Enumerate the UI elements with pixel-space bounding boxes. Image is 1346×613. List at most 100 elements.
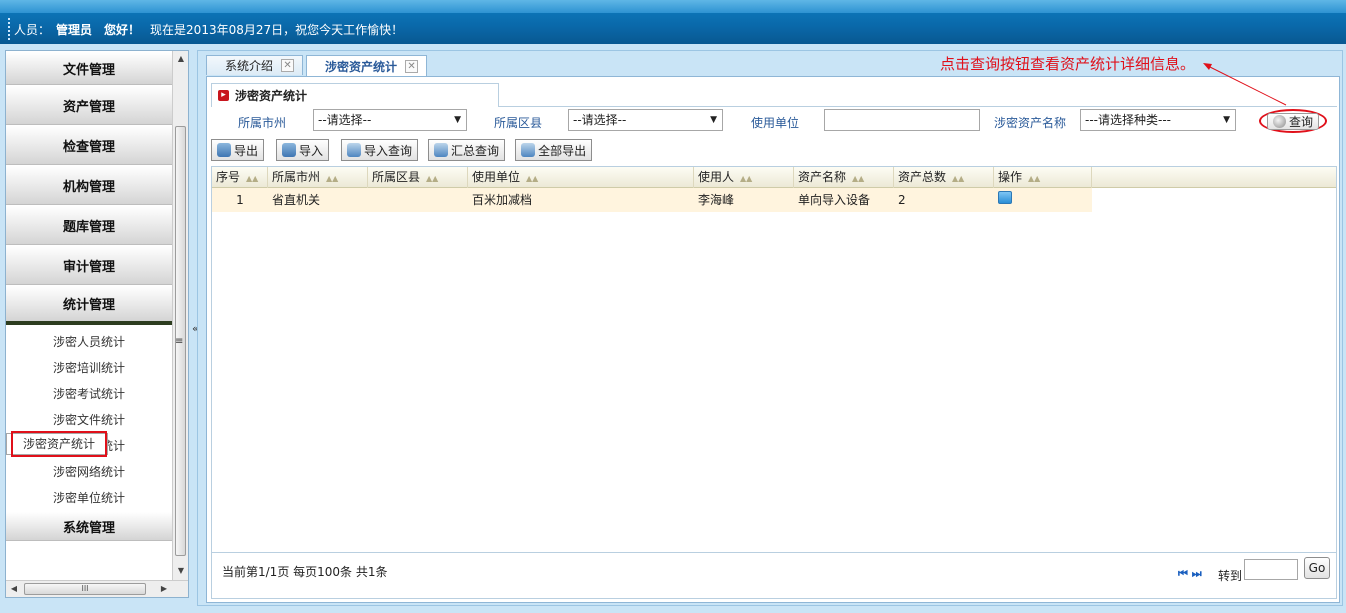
hscroll-thumb[interactable]: III <box>24 583 146 595</box>
column-header-asset-name[interactable]: 资产名称 ▲▲ <box>794 167 894 188</box>
import-query-button-label: 导入查询 <box>364 143 413 158</box>
sort-icon: ▲▲ <box>740 174 753 183</box>
column-header-label: 序号 <box>216 170 241 184</box>
menu-inspection-management[interactable]: 检查管理 <box>6 125 172 165</box>
sidebar-item-label: 涉密单位统计 <box>52 491 125 505</box>
sidebar-horizontal-scrollbar[interactable]: ◀ III ▶ <box>6 580 188 597</box>
column-header-label: 所属市州 <box>272 170 321 184</box>
column-header-user[interactable]: 使用人 ▲▲ <box>694 167 794 188</box>
export-all-button[interactable]: 全部导出 <box>515 139 593 161</box>
query-button-highlight: 查询 <box>1259 109 1327 133</box>
main-panel: 系统介绍 ✕ 涉密资产统计 ✕ 点击查询按钮查看资产统计详细信息。 ▸ 涉密资产… <box>197 50 1343 606</box>
sidebar-item-label: 涉密资产统计 <box>11 431 108 457</box>
county-select-value: --请选择-- <box>573 113 627 127</box>
query-button[interactable]: 查询 <box>1266 112 1319 130</box>
sidebar-item-label: 涉密文件统计 <box>52 413 125 427</box>
asset-type-select[interactable]: ---请选择种类--- ▼ <box>1080 109 1236 131</box>
chevron-down-icon: ▼ <box>710 115 717 125</box>
sidebar-item-network-stats[interactable]: 涉密网络统计 <box>6 459 172 485</box>
import-query-button[interactable]: 导入查询 <box>341 139 419 161</box>
menu-audit-management[interactable]: 审计管理 <box>6 245 172 285</box>
city-label: 所属市州 <box>238 116 287 130</box>
unit-label: 使用单位 <box>751 116 800 130</box>
asset-name-label: 涉密资产名称 <box>994 116 1067 130</box>
go-button[interactable]: Go <box>1304 557 1330 579</box>
results-table: 序号 ▲▲ 所属市州 ▲▲ 所属区县 ▲▲ 使用单位 ▲▲ 使用人 ▲▲ 资产名称 ▲▲ 资… <box>211 166 1337 553</box>
search-icon <box>1272 114 1286 128</box>
import-icon <box>282 143 297 157</box>
scroll-down-icon[interactable]: ▼ <box>173 563 189 579</box>
sidebar-item-label: 涉密网络统计 <box>52 465 125 479</box>
query-button-label: 查询 <box>1288 114 1313 129</box>
panel-title: ▸ 涉密资产统计 <box>211 83 499 107</box>
sidebar-item-personnel-stats[interactable]: 涉密人员统计 <box>6 329 172 355</box>
column-header-city[interactable]: 所属市州 ▲▲ <box>268 167 368 188</box>
county-label: 所属区县 <box>494 116 543 130</box>
city-select[interactable]: --请选择-- ▼ <box>313 109 467 131</box>
date-text: 现在是2013年08月27日，祝您今天工作愉快！ <box>150 22 404 37</box>
annotation-note: 点击查询按钮查看资产统计详细信息。 <box>940 55 1196 73</box>
import-button[interactable]: 导入 <box>276 139 330 161</box>
menu-question-bank[interactable]: 题库管理 <box>6 205 172 245</box>
user-label: 人员： <box>14 22 51 37</box>
sidebar-vertical-scrollbar[interactable]: ▲ ▼ <box>172 51 188 581</box>
view-detail-icon[interactable] <box>998 191 1012 204</box>
chevron-down-icon: ▼ <box>454 115 461 125</box>
cell-user: 李海峰 <box>698 193 735 207</box>
arrow-icon: ▸ <box>218 90 229 101</box>
top-stripe <box>0 0 1346 13</box>
menu-file-management[interactable]: 文件管理 <box>6 51 172 85</box>
close-icon[interactable]: ✕ <box>281 59 295 72</box>
menu-statistics-management[interactable]: 统计管理 <box>6 285 172 325</box>
page-nav-icons[interactable]: ⏮ ⏭ <box>1178 567 1202 581</box>
menu-asset-management[interactable]: 资产管理 <box>6 85 172 125</box>
filter-divider <box>499 106 1337 107</box>
tab-label: 涉密资产统计 <box>325 59 398 74</box>
county-select[interactable]: --请选择-- ▼ <box>568 109 723 131</box>
menu-organization-management[interactable]: 机构管理 <box>6 165 172 205</box>
sidebar-item-exam-stats[interactable]: 涉密考试统计 <box>6 381 172 407</box>
sidebar-item-unit-stats[interactable]: 涉密单位统计 <box>6 485 172 511</box>
column-header-action[interactable]: 操作 ▲▲ <box>994 167 1092 188</box>
sidebar-item-label: 涉密培训统计 <box>52 361 125 375</box>
sidebar-menu: 文件管理 资产管理 检查管理 机构管理 题库管理 审计管理 统计管理 涉密人员统… <box>6 51 172 581</box>
export-button[interactable]: 导出 <box>211 139 265 161</box>
scroll-left-icon[interactable]: ◀ <box>6 581 22 597</box>
unit-input[interactable] <box>824 109 980 131</box>
chevron-down-icon: ▼ <box>1223 115 1230 125</box>
column-header-unit[interactable]: 使用单位 ▲▲ <box>468 167 694 188</box>
sidebar-item-asset-stats[interactable]: 涉密资产统计 <box>6 431 109 457</box>
import-button-label: 导入 <box>299 143 324 158</box>
column-header-total[interactable]: 资产总数 ▲▲ <box>894 167 994 188</box>
sidebar-item-training-stats[interactable]: 涉密培训统计 <box>6 355 172 381</box>
sidebar-item-document-stats[interactable]: 涉密文件统计 <box>6 407 172 433</box>
summary-query-icon <box>434 143 449 157</box>
tab-asset-statistics[interactable]: 涉密资产统计 ✕ <box>306 55 428 76</box>
export-icon <box>217 143 231 157</box>
sort-icon: ▲▲ <box>1028 174 1041 183</box>
scroll-right-icon[interactable]: ▶ <box>156 581 172 597</box>
table-row[interactable]: 1 省直机关 百米加减档 李海峰 单向导入设备 2 <box>212 188 1092 212</box>
greeting: 您好！ <box>104 22 141 37</box>
cell-city: 省直机关 <box>272 193 321 207</box>
column-header-county[interactable]: 所属区县 ▲▲ <box>368 167 468 188</box>
column-header-label: 使用人 <box>698 170 735 184</box>
cell-total: 2 <box>898 193 906 207</box>
menu-system-management[interactable]: 系统管理 <box>6 511 172 541</box>
sort-icon: ▲▲ <box>326 174 339 183</box>
sidebar-item-label: 涉密人员统计 <box>52 335 125 349</box>
table-header: 序号 ▲▲ 所属市州 ▲▲ 所属区县 ▲▲ 使用单位 ▲▲ 使用人 ▲▲ 资产名称 ▲▲ 资… <box>212 167 1336 188</box>
goto-label: 转到 <box>1218 569 1243 583</box>
page-info: 当前第1/1页 每页100条 共1条 <box>222 565 388 579</box>
tab-system-intro[interactable]: 系统介绍 ✕ <box>206 55 304 75</box>
scroll-up-icon[interactable]: ▲ <box>173 51 189 67</box>
close-icon[interactable]: ✕ <box>405 59 419 73</box>
tab-label: 系统介绍 <box>225 59 274 73</box>
summary-query-button[interactable]: 汇总查询 <box>428 139 506 161</box>
sort-icon: ▲▲ <box>246 174 259 183</box>
user-greeting: 人员： 管理员 您好！ 现在是2013年08月27日，祝您今天工作愉快！ <box>8 18 403 40</box>
summary-query-button-label: 汇总查询 <box>451 143 500 158</box>
column-header-no[interactable]: 序号 ▲▲ <box>212 167 268 188</box>
goto-page-input[interactable] <box>1244 559 1298 580</box>
cell-asset-name: 单向导入设备 <box>798 193 871 207</box>
